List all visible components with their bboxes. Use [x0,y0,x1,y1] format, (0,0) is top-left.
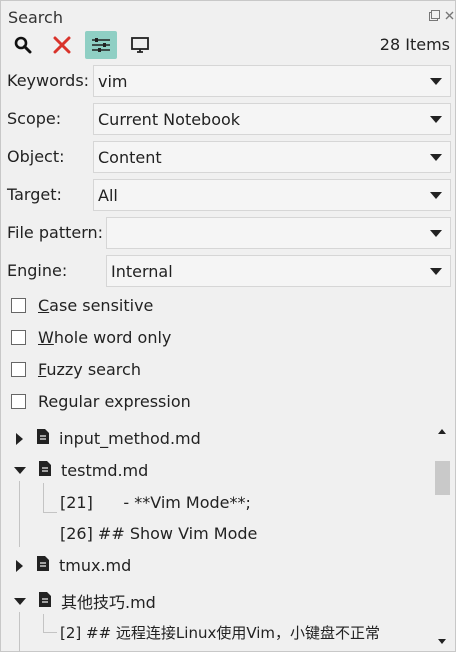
tree-guide [43,614,44,632]
object-label: Object: [7,147,65,166]
chevron-down-icon[interactable] [430,77,442,85]
scope-value: Current Notebook [98,109,241,129]
tree-item-match[interactable]: [2] ## 远程连接Linux使用Vim，小键盘不正常 [60,622,380,643]
file-name: 其他技巧.md [61,593,156,612]
checkbox-box[interactable] [11,330,26,345]
close-panel-icon[interactable] [444,10,455,21]
close-icon [53,36,71,54]
float-icon[interactable] [429,10,440,21]
keywords-label: Keywords: [7,71,90,90]
regex-checkbox[interactable]: Regular expression [11,392,191,411]
scroll-down-arrow-icon[interactable] [438,639,446,644]
tree-item-file[interactable]: input_method.md [16,429,201,448]
tree-item-match[interactable]: [21] - **Vim Mode**; [60,493,251,512]
monitor-icon [131,37,149,53]
whole-word-label: Whole word only [38,328,172,347]
chevron-down-icon[interactable] [430,191,442,199]
sliders-icon [92,38,110,52]
file-pattern-combo[interactable] [106,217,451,249]
fuzzy-search-checkbox[interactable]: Fuzzy search [11,360,141,379]
panel-title: Search [8,8,63,27]
scroll-up-arrow-icon[interactable] [438,429,446,434]
object-combo[interactable]: Content [93,141,451,173]
file-name: tmux.md [59,556,132,575]
tree-item-file[interactable]: testmd.md [14,461,148,480]
keywords-combo[interactable]: vim [93,65,451,97]
scrollbar-thumb[interactable] [435,461,450,495]
tree-item-file[interactable]: 其他技巧.md [14,589,156,613]
tree-item-match[interactable]: [26] ## Show Vim Mode [60,524,257,543]
target-combo[interactable]: All [93,179,451,211]
chevron-down-icon[interactable] [430,267,442,275]
items-count: 28 Items [379,35,450,54]
chevron-down-icon[interactable] [430,229,442,237]
checkbox-box[interactable] [11,394,26,409]
file-name: input_method.md [59,429,201,448]
advanced-settings-button[interactable] [85,31,117,59]
engine-combo[interactable]: Internal [106,255,451,287]
whole-word-checkbox[interactable]: Whole word only [11,328,171,347]
match-text: [21] - **Vim Mode**; [60,493,251,512]
expand-arrow-icon[interactable] [16,432,23,445]
keywords-value[interactable]: vim [98,72,430,91]
regex-label: Regular expression [38,392,191,411]
checkbox-box[interactable] [11,298,26,313]
tree-guide [43,512,57,513]
case-sensitive-label: Case sensitive [38,296,154,315]
tree-guide [43,632,57,633]
scope-combo[interactable]: Current Notebook [93,103,451,135]
search-button[interactable] [7,31,39,59]
expand-arrow-icon[interactable] [16,559,23,572]
file-icon [39,461,51,480]
target-label: Target: [7,185,62,204]
tree-guide [19,481,20,547]
match-text: [26] ## Show Vim Mode [60,524,258,543]
checkbox-box[interactable] [11,362,26,377]
file-icon [39,591,51,611]
file-pattern-label: File pattern: [7,223,104,242]
match-text: [2] ## 远程连接Linux使用Vim，小键盘不正常 [60,624,381,642]
object-value: Content [98,147,162,167]
collapse-arrow-icon[interactable] [14,597,26,605]
search-panel: Search 28 Items Keywords: vim Scope: Cur… [0,0,456,652]
tree-item-file[interactable]: tmux.md [16,556,131,575]
chevron-down-icon[interactable] [430,115,442,123]
scope-label: Scope: [7,109,62,128]
collapse-arrow-icon[interactable] [14,467,26,474]
search-icon [14,36,32,54]
tree-guide [19,612,20,652]
case-sensitive-checkbox[interactable]: Case sensitive [11,296,153,315]
chevron-down-icon[interactable] [430,153,442,161]
console-button[interactable] [124,31,156,59]
file-icon [37,556,49,575]
file-name: testmd.md [61,461,149,480]
file-icon [37,429,49,448]
engine-label: Engine: [7,261,68,280]
clear-button[interactable] [46,31,78,59]
engine-value: Internal [111,261,173,281]
target-value: All [98,185,118,205]
tree-guide [43,483,44,512]
fuzzy-search-label: Fuzzy search [38,360,141,379]
